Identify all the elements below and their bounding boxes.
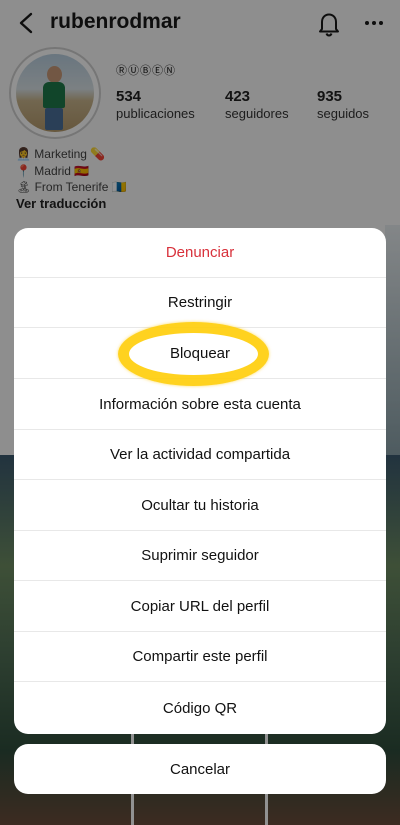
action-sheet: Denunciar Restringir Bloquear Informació… [14,228,386,734]
cancel-button[interactable]: Cancelar [14,744,386,794]
hide-story-option[interactable]: Ocultar tu historia [14,481,386,531]
remove-follower-option[interactable]: Suprimir seguidor [14,531,386,581]
copy-profile-url-option[interactable]: Copiar URL del perfil [14,582,386,632]
share-profile-option[interactable]: Compartir este perfil [14,632,386,682]
qr-code-option[interactable]: Código QR [14,683,386,733]
restrict-option[interactable]: Restringir [14,278,386,328]
report-option[interactable]: Denunciar [14,228,386,278]
block-option[interactable]: Bloquear [14,329,386,379]
shared-activity-option[interactable]: Ver la actividad compartida [14,430,386,480]
account-info-option[interactable]: Información sobre esta cuenta [14,380,386,430]
